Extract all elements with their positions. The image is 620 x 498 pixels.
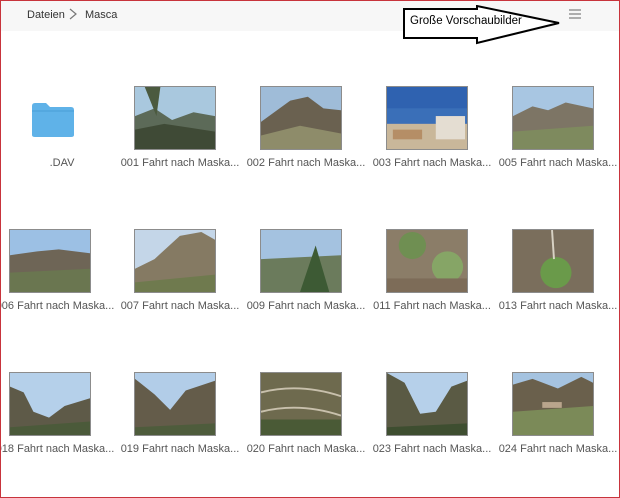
item-label: 011 Fahrt nach Maska... — [373, 300, 491, 312]
image-item[interactable]: 018 Fahrt nach Maska... — [0, 372, 117, 482]
item-label: 005 Fahrt nach Maska... — [498, 157, 618, 169]
image-item[interactable]: 005 Fahrt nach Maska... — [496, 86, 620, 196]
image-thumbnail — [386, 372, 468, 436]
image-item[interactable]: 020 Fahrt nach Maska... — [244, 372, 368, 482]
breadcrumb-root[interactable]: Dateien — [27, 9, 65, 21]
image-item[interactable]: 003 Fahrt nach Maska... — [370, 86, 494, 196]
image-thumbnail — [512, 372, 594, 436]
image-item[interactable]: 013 Fahrt nach Maska... — [496, 229, 620, 339]
menu-icon[interactable] — [569, 9, 581, 19]
image-thumbnail — [386, 86, 468, 150]
item-label: 020 Fahrt nach Maska... — [246, 443, 366, 455]
item-label: 023 Fahrt nach Maska... — [372, 443, 492, 455]
chevron-right-icon — [69, 8, 77, 20]
image-thumbnail — [134, 372, 216, 436]
item-label: 001 Fahrt nach Maska... — [120, 157, 240, 169]
item-label: 013 Fahrt nach Maska... — [498, 300, 618, 312]
image-thumbnail — [512, 86, 594, 150]
image-thumbnail — [260, 372, 342, 436]
image-thumbnail — [386, 229, 468, 293]
item-label: 007 Fahrt nach Maska... — [120, 300, 240, 312]
item-label: 018 Fahrt nach Maska... — [0, 443, 115, 455]
image-item[interactable]: 023 Fahrt nach Maska... — [370, 372, 494, 482]
breadcrumb-current[interactable]: Masca — [85, 9, 117, 21]
image-thumbnail — [260, 86, 342, 150]
image-item[interactable]: 007 Fahrt nach Maska... — [118, 229, 242, 339]
image-thumbnail — [134, 86, 216, 150]
annotation-text: Große Vorschaubilder — [410, 15, 522, 27]
folder-icon[interactable] — [31, 102, 75, 138]
item-label: 024 Fahrt nach Maska... — [498, 443, 618, 455]
item-label: 009 Fahrt nach Maska... — [246, 300, 366, 312]
image-item[interactable]: 024 Fahrt nach Maska... — [496, 372, 620, 482]
image-item[interactable]: 006 Fahrt nach Maska... — [0, 229, 117, 339]
image-item[interactable]: 002 Fahrt nach Maska... — [244, 86, 368, 196]
image-item[interactable]: 019 Fahrt nach Maska... — [118, 372, 242, 482]
image-thumbnail — [9, 229, 91, 293]
item-label: 002 Fahrt nach Maska... — [246, 157, 366, 169]
item-label: 006 Fahrt nach Maska... — [0, 300, 115, 312]
image-item[interactable]: 001 Fahrt nach Maska... — [118, 86, 242, 196]
image-thumbnail — [512, 229, 594, 293]
item-label: .DAV — [49, 157, 75, 169]
image-thumbnail — [9, 372, 91, 436]
image-item[interactable]: 011 Fahrt nach Maska... — [370, 229, 494, 339]
image-item[interactable]: 009 Fahrt nach Maska... — [244, 229, 368, 339]
image-thumbnail — [134, 229, 216, 293]
image-thumbnail — [260, 229, 342, 293]
item-label: 003 Fahrt nach Maska... — [372, 157, 492, 169]
item-label: 019 Fahrt nach Maska... — [120, 443, 240, 455]
